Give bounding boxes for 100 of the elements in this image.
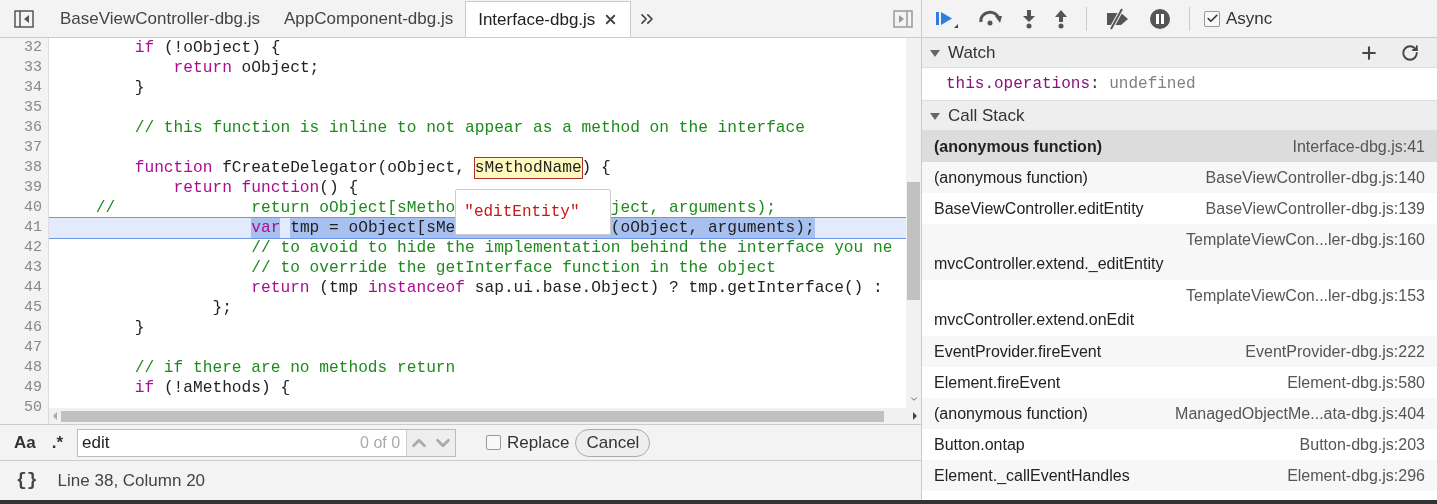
disclosure-triangle-icon[interactable] xyxy=(930,110,940,121)
code-text: } xyxy=(134,78,145,98)
frame-name: Element.fireEvent xyxy=(934,372,1061,393)
code-keyword: return function xyxy=(173,178,320,198)
frame-location: EventProvider-dbg.js:222 xyxy=(1245,341,1425,362)
call-frame[interactable]: Element._callEventHandles Element-dbg.js:296 xyxy=(922,460,1437,491)
line-number: 41 xyxy=(24,218,42,238)
code-text: (!aMethods) { xyxy=(163,378,291,398)
step-into-icon[interactable] xyxy=(1022,8,1036,29)
code-keyword: instanceof xyxy=(367,278,466,298)
code-keyword: var xyxy=(251,218,281,238)
line-number: 50 xyxy=(24,398,42,418)
line-number: 36 xyxy=(24,118,42,138)
step-over-icon[interactable] xyxy=(978,9,1004,28)
replace-checkbox[interactable] xyxy=(486,435,502,450)
code-text: oObject; xyxy=(241,58,320,78)
line-number: 39 xyxy=(24,178,42,198)
code-text: }; xyxy=(212,298,232,318)
frame-location: Element-dbg.js:296 xyxy=(1287,465,1425,486)
code-comment: // to avoid to hide the implementation behind the interface you ne xyxy=(251,238,893,258)
line-number: 33 xyxy=(24,58,42,78)
code-text: } xyxy=(134,318,145,338)
frame-location: TemplateViewCon...ler-dbg.js:153 xyxy=(1186,286,1425,306)
call-frame[interactable]: (anonymous function) ManagedObjectMe...ata-dbg.js:404 xyxy=(922,398,1437,429)
frame-name: mvcController.extend.onEdit xyxy=(934,310,1135,330)
frame-location: TemplateViewCon...ler-dbg.js:160 xyxy=(1186,230,1425,250)
code-text: tmp = oObject[sMe xyxy=(290,218,456,238)
match-count: 0 of 0 xyxy=(360,432,402,453)
code-keyword: if xyxy=(134,378,155,398)
cancel-button[interactable]: Cancel xyxy=(575,428,651,457)
editor-tab[interactable]: Interface-dbg.js xyxy=(465,1,632,37)
frame-location: Interface-dbg.js:41 xyxy=(1292,136,1425,157)
code-keyword: return xyxy=(173,58,232,78)
search-input[interactable]: edit xyxy=(78,429,361,456)
line-number: 37 xyxy=(24,138,42,158)
pretty-print-button[interactable]: {} xyxy=(16,467,38,494)
frame-name: EventProvider.fireEvent xyxy=(934,341,1102,362)
code-text: (tmp xyxy=(319,278,360,298)
line-number: 47 xyxy=(24,338,42,358)
line-number: 42 xyxy=(24,238,42,258)
frame-name: Element._callEventHandles xyxy=(934,465,1130,486)
code-text: () { xyxy=(319,178,359,198)
pause-icon[interactable] xyxy=(1149,7,1171,30)
section-title: Call Stack xyxy=(948,104,1025,127)
frame-name: (anonymous function) xyxy=(934,136,1102,157)
search-field[interactable]: edit 0 of 0 xyxy=(77,428,457,457)
section-title: Watch xyxy=(948,41,996,64)
call-frame[interactable]: EventProvider.fireEvent EventProvider-dbg.js:222 xyxy=(922,336,1437,367)
async-checkbox[interactable] xyxy=(1204,10,1220,27)
code-comment: ject, arguments); xyxy=(610,198,776,218)
frame-location: BaseViewController-dbg.js:140 xyxy=(1205,167,1425,188)
watch-header[interactable]: Watch xyxy=(922,38,1437,68)
horizontal-scrollbar[interactable] xyxy=(49,408,921,424)
call-frame[interactable]: (anonymous function) Interface-dbg.js:41 xyxy=(922,131,1437,162)
line-number: 34 xyxy=(24,78,42,98)
regex-toggle[interactable]: .* xyxy=(51,429,64,456)
code-comment: // if there are no methods return xyxy=(134,358,456,378)
line-number: 40 xyxy=(24,198,42,218)
code-text: fCreateDelegator(oObject, xyxy=(222,158,466,178)
popover-value: "editEntity" xyxy=(464,202,580,222)
code-keyword: return xyxy=(251,278,310,298)
line-number: 35 xyxy=(24,98,42,118)
line-number: 43 xyxy=(24,258,42,278)
sidebar-toggle-icon[interactable] xyxy=(14,9,34,28)
code-comment: // this function is inline to not appear as a method on the interface xyxy=(134,118,805,138)
line-number: 49 xyxy=(24,378,42,398)
hovered-variable[interactable]: sMethodName xyxy=(474,158,582,178)
call-frame[interactable]: (anonymous function) BaseViewController-dbg.js:140 xyxy=(922,162,1437,193)
frame-name: Button.ontap xyxy=(934,434,1025,455)
match-case-toggle[interactable]: Aa xyxy=(14,429,36,456)
line-number: 32 xyxy=(24,38,42,58)
code-text: (!oObject) { xyxy=(163,38,281,58)
code-text: ) { xyxy=(581,158,611,178)
line-number: 46 xyxy=(24,318,42,338)
line-number: 45 xyxy=(24,298,42,318)
editor-tab[interactable]: BaseViewController-dbg.js xyxy=(48,1,272,37)
frame-location: ManagedObjectMe...ata-dbg.js:404 xyxy=(1175,403,1425,424)
code-comment: // return oObject[sMetho xyxy=(95,198,456,218)
editor-tab[interactable]: AppComponent-dbg.js xyxy=(272,1,466,37)
code-keyword: if xyxy=(134,38,155,58)
step-out-icon[interactable] xyxy=(1054,8,1068,29)
frame-location: Button-dbg.js:203 xyxy=(1299,434,1425,455)
code-comment: // to override the getInterface function in the object xyxy=(251,258,776,278)
scroll-down-icon[interactable] xyxy=(908,394,919,404)
code-text: (oObject, arguments); xyxy=(610,218,815,238)
line-number: 38 xyxy=(24,158,42,178)
frame-name: (anonymous function) xyxy=(934,403,1088,424)
cursor-position: Line 38, Column 20 xyxy=(57,469,206,492)
call-stack-header[interactable]: Call Stack xyxy=(922,101,1437,131)
debugger-toggle-icon[interactable] xyxy=(893,9,913,28)
code-text: sap.ui.base.Object) ? tmp.getInterface() : xyxy=(474,278,883,298)
call-frame[interactable]: TemplateViewCon...ler-dbg.js:160 mvcController.extend._editEntity xyxy=(922,224,1437,280)
replace-label: Replace xyxy=(507,431,570,454)
frame-name: BaseViewController.editEntity xyxy=(934,198,1144,219)
disclosure-triangle-icon[interactable] xyxy=(930,47,940,58)
line-number: 48 xyxy=(24,358,42,378)
vertical-scrollbar[interactable] xyxy=(906,38,921,408)
async-label: Async xyxy=(1226,7,1273,30)
refresh-icon[interactable] xyxy=(1401,43,1419,62)
line-number: 44 xyxy=(24,278,42,298)
